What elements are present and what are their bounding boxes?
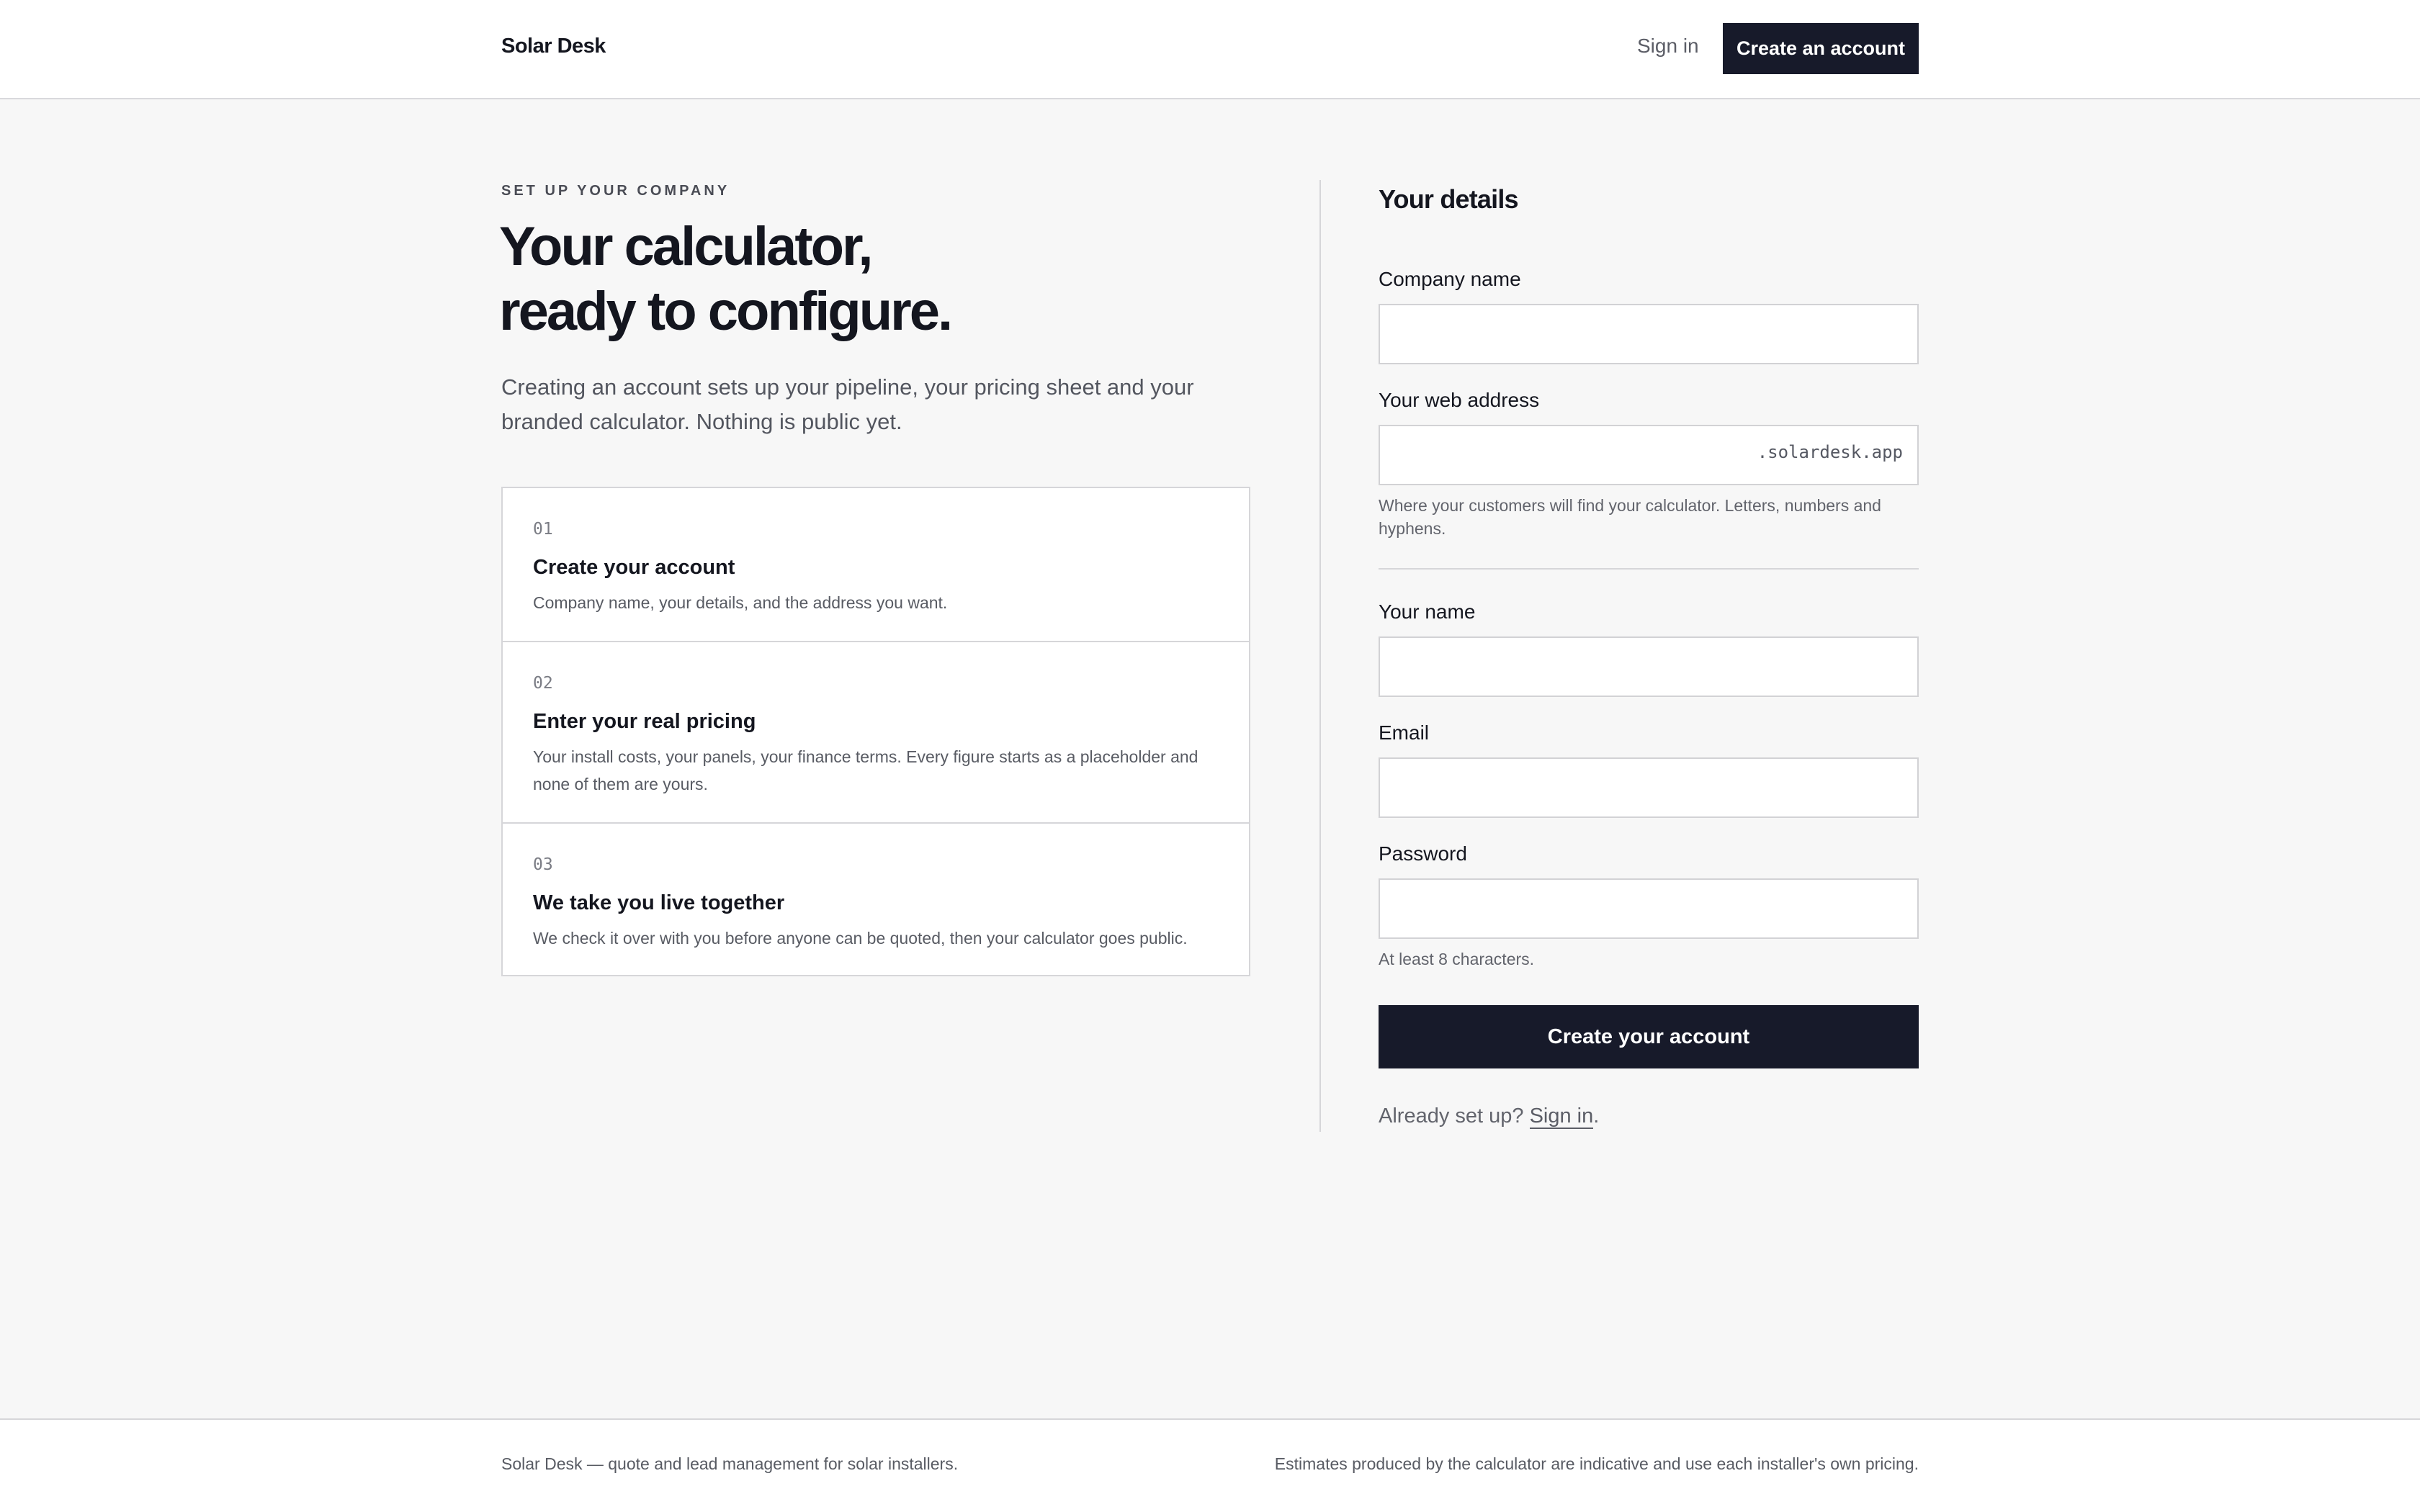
step-title: Create your account (533, 556, 735, 579)
page-title-line-1: Your calculator, (499, 216, 874, 277)
already-setup-prefix: Already set up? (1379, 1104, 1524, 1128)
already-setup-suffix: . (1593, 1104, 1600, 1128)
footer-tagline: Solar Desk — quote and lead management f… (501, 1454, 959, 1473)
create-account-nav-button[interactable]: Create an account (1723, 23, 1919, 74)
company-name-input[interactable] (1379, 304, 1919, 364)
your-name-input[interactable] (1379, 636, 1919, 697)
web-address-label: Your web address (1379, 389, 1540, 411)
step-number: 02 (533, 674, 553, 693)
step-item: 02 Enter your real pricing Your install … (503, 642, 1249, 824)
web-address-suffix: .solardesk.app (1757, 442, 1903, 462)
your-name-label: Your name (1379, 600, 1476, 623)
top-header: Solar Desk Sign in Create an account (0, 0, 2420, 99)
already-setup-text: Already set up? Sign in. (1379, 1104, 1600, 1129)
steps-list: 01 Create your account Company name, you… (501, 487, 1250, 976)
step-description: We check it over with you before anyone … (533, 929, 1188, 948)
email-input[interactable] (1379, 757, 1919, 818)
password-input[interactable] (1379, 878, 1919, 939)
step-description: Your install costs, your panels, your fi… (533, 747, 1198, 793)
brand-logo[interactable]: Solar Desk (501, 35, 606, 58)
page-footer: Solar Desk — quote and lead management f… (0, 1418, 2420, 1512)
step-description: Company name, your details, and the addr… (533, 593, 948, 612)
create-account-submit-button[interactable]: Create your account (1379, 1005, 1919, 1068)
footer-disclaimer: Estimates produced by the calculator are… (1274, 1454, 1919, 1473)
intro-description: Creating an account sets up your pipelin… (501, 374, 1194, 434)
eyebrow-label: SET UP YOUR COMPANY (501, 183, 730, 199)
step-item: 01 Create your account Company name, you… (503, 488, 1249, 642)
column-divider (1319, 180, 1321, 1132)
sign-in-footer-link[interactable]: Sign in (1529, 1104, 1594, 1129)
sign-in-link[interactable]: Sign in (1637, 35, 1699, 58)
email-label: Email (1379, 721, 1430, 744)
page-title: Your calculator, ready to configure. (499, 215, 1219, 344)
step-number: 01 (533, 520, 553, 539)
password-label: Password (1379, 842, 1467, 865)
web-address-hint: Where your customers will find your calc… (1379, 496, 1881, 538)
step-title: Enter your real pricing (533, 710, 756, 733)
step-number: 03 (533, 855, 553, 874)
company-name-label: Company name (1379, 268, 1521, 290)
form-title: Your details (1379, 184, 1519, 214)
step-title: We take you live together (533, 891, 785, 914)
form-divider (1379, 568, 1919, 570)
step-item: 03 We take you live together We check it… (503, 824, 1249, 976)
page-title-line-2: ready to configure. (499, 281, 953, 342)
password-hint: At least 8 characters. (1379, 950, 1535, 968)
